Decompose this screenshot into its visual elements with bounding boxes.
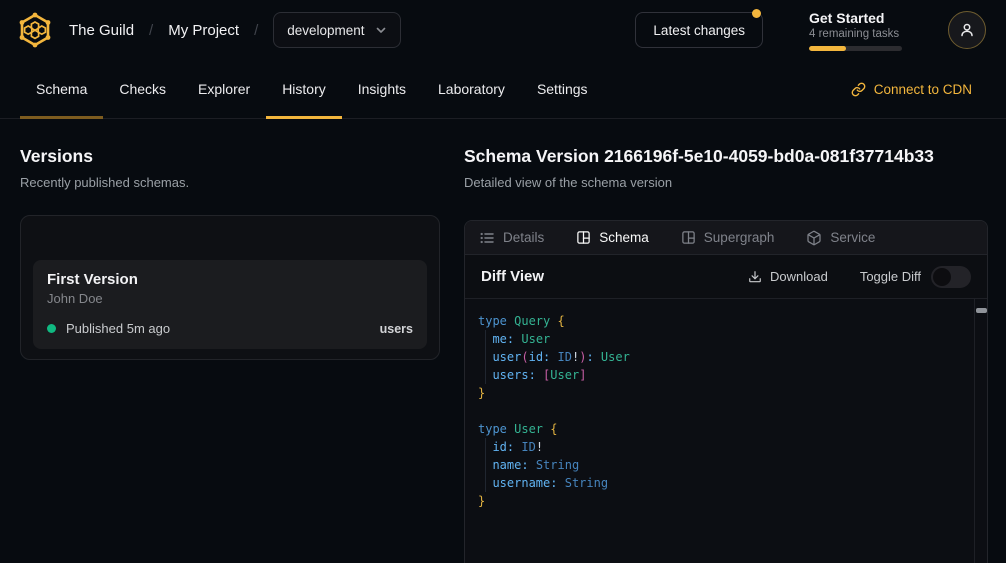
versions-title: Versions bbox=[20, 146, 440, 167]
indent-guide bbox=[485, 438, 486, 492]
version-detail-column: Schema Version 2166196f-5e10-4059-bd0a-0… bbox=[464, 119, 988, 562]
columns-icon bbox=[576, 230, 591, 245]
guild-hive-logo-icon[interactable] bbox=[16, 11, 54, 49]
nav-tab-insights[interactable]: Insights bbox=[342, 60, 422, 118]
code-line: users: [User] bbox=[478, 366, 965, 384]
detail-tab-service[interactable]: Service bbox=[806, 230, 875, 246]
diff-view-title: Diff View bbox=[481, 268, 544, 285]
nav-tab-settings[interactable]: Settings bbox=[521, 60, 604, 118]
toggle-knob bbox=[933, 268, 951, 286]
get-started-subtitle: 4 remaining tasks bbox=[809, 28, 902, 40]
detail-tab-supergraph[interactable]: Supergraph bbox=[681, 230, 775, 245]
toggle-diff-label: Toggle Diff bbox=[860, 269, 921, 284]
detail-tabs: Details Schema Supergraph Service bbox=[465, 221, 987, 255]
code-line: } bbox=[478, 384, 965, 402]
detail-tab-details[interactable]: Details bbox=[479, 230, 544, 246]
toggle-diff-switch[interactable] bbox=[931, 266, 971, 288]
version-list-item[interactable]: First Version John Doe Published 5m ago … bbox=[33, 260, 427, 349]
code-scrollbar[interactable] bbox=[974, 299, 987, 563]
schema-sdl-code[interactable]: type Query { me: User user(id: ID!): Use… bbox=[465, 299, 987, 563]
code-line: username: String bbox=[478, 474, 965, 492]
breadcrumb-slash: / bbox=[254, 22, 258, 39]
diff-view-toolbar: Diff View Download Toggle Diff bbox=[465, 255, 987, 299]
code-line: me: User bbox=[478, 330, 965, 348]
version-service-badge: users bbox=[380, 322, 413, 336]
version-author: John Doe bbox=[47, 291, 413, 306]
published-status-dot bbox=[47, 324, 56, 333]
get-started-widget[interactable]: Get Started 4 remaining tasks bbox=[809, 10, 902, 51]
top-header: The Guild / My Project / development Lat… bbox=[0, 0, 1006, 60]
package-icon bbox=[806, 230, 822, 246]
environment-select-value: development bbox=[287, 23, 364, 38]
get-started-progress-fill bbox=[809, 46, 846, 51]
download-button[interactable]: Download bbox=[748, 269, 828, 284]
target-nav: SchemaChecksExplorerHistoryInsightsLabor… bbox=[0, 60, 1006, 119]
environment-select[interactable]: development bbox=[273, 12, 400, 48]
download-label: Download bbox=[770, 269, 828, 284]
code-line: type User { bbox=[478, 420, 965, 438]
code-scrollbar-thumb[interactable] bbox=[976, 308, 987, 313]
nav-tabs: SchemaChecksExplorerHistoryInsightsLabor… bbox=[20, 60, 604, 118]
code-line: type Query { bbox=[478, 312, 965, 330]
versions-list-card: First Version John Doe Published 5m ago … bbox=[20, 215, 440, 360]
code-line: name: String bbox=[478, 456, 965, 474]
version-detail-panel: Details Schema Supergraph Service Diff View… bbox=[464, 220, 988, 563]
nav-tab-laboratory[interactable]: Laboratory bbox=[422, 60, 521, 118]
get-started-progressbar bbox=[809, 46, 902, 51]
breadcrumb-org[interactable]: The Guild bbox=[69, 22, 134, 39]
breadcrumb: The Guild / My Project / bbox=[69, 22, 258, 39]
nav-tab-checks[interactable]: Checks bbox=[103, 60, 182, 118]
chevron-down-icon bbox=[375, 24, 387, 36]
notification-dot bbox=[752, 9, 761, 18]
detail-tab-schema[interactable]: Schema bbox=[576, 230, 649, 245]
link-icon bbox=[851, 82, 866, 97]
get-started-title: Get Started bbox=[809, 10, 902, 26]
versions-subtitle: Recently published schemas. bbox=[20, 175, 440, 190]
version-status: Published 5m ago bbox=[66, 321, 170, 336]
main-content: Versions Recently published schemas. Fir… bbox=[0, 119, 1006, 562]
code-line: user(id: ID!): User bbox=[478, 348, 965, 366]
detail-tab-label: Schema bbox=[599, 230, 649, 245]
latest-changes-label: Latest changes bbox=[653, 23, 745, 38]
connect-to-cdn-button[interactable]: Connect to CDN bbox=[851, 82, 972, 97]
schema-version-subtitle: Detailed view of the schema version bbox=[464, 175, 988, 190]
columns-icon bbox=[681, 230, 696, 245]
code-line: } bbox=[478, 492, 965, 510]
code-line bbox=[478, 402, 965, 420]
nav-tab-history[interactable]: History bbox=[266, 60, 342, 118]
download-icon bbox=[748, 270, 762, 284]
code-line: id: ID! bbox=[478, 438, 965, 456]
indent-guide bbox=[485, 330, 486, 384]
nav-tab-schema[interactable]: Schema bbox=[20, 60, 103, 118]
schema-version-title: Schema Version 2166196f-5e10-4059-bd0a-0… bbox=[464, 146, 988, 167]
version-title: First Version bbox=[47, 271, 413, 288]
breadcrumb-project[interactable]: My Project bbox=[168, 22, 239, 39]
latest-changes-button[interactable]: Latest changes bbox=[635, 12, 763, 48]
version-meta: Published 5m ago users bbox=[47, 321, 413, 336]
nav-tab-explorer[interactable]: Explorer bbox=[182, 60, 266, 118]
list-icon bbox=[479, 230, 495, 246]
detail-tab-label: Supergraph bbox=[704, 230, 775, 245]
breadcrumb-slash: / bbox=[149, 22, 153, 39]
versions-column: Versions Recently published schemas. Fir… bbox=[20, 119, 440, 562]
user-avatar[interactable] bbox=[948, 11, 986, 49]
detail-tab-label: Details bbox=[503, 230, 544, 245]
connect-to-cdn-label: Connect to CDN bbox=[874, 82, 972, 97]
detail-tab-label: Service bbox=[830, 230, 875, 245]
person-icon bbox=[959, 22, 975, 38]
